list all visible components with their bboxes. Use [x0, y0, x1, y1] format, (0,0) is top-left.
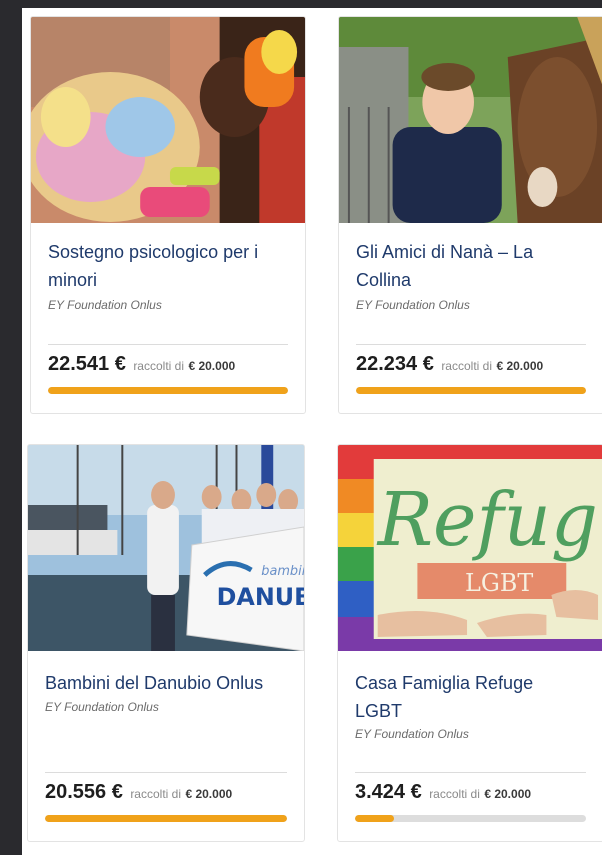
funding-summary: 20.556 € raccolti di € 20.000: [45, 781, 294, 804]
amount-raised: 3.424 €: [355, 781, 422, 803]
project-title[interactable]: Bambini del Danubio Onlus: [45, 669, 290, 697]
refuge-sign-tag: LGBT: [465, 569, 533, 597]
project-title[interactable]: Casa Famiglia Refuge LGBT: [355, 669, 570, 725]
page-frame: Sostegno psicologico per i minori EY Fou…: [22, 8, 602, 855]
progress-bar: [48, 387, 288, 394]
progress-bar: [45, 815, 287, 822]
progress-fill: [356, 387, 586, 394]
goal-amount: € 20.000: [188, 359, 236, 373]
goal-amount: € 20.000: [185, 787, 233, 801]
organization-name: EY Foundation Onlus: [45, 700, 159, 714]
goal-amount: € 20.000: [496, 359, 544, 373]
raised-label: raccolti di: [441, 359, 492, 373]
project-card[interactable]: bambini DANUBI Bambini del Danubio Onlus…: [27, 444, 305, 842]
goal-amount: € 20.000: [484, 787, 532, 801]
organization-name: EY Foundation Onlus: [355, 727, 469, 741]
divider: [355, 772, 586, 773]
amount-raised: 22.541 €: [48, 353, 126, 375]
divider: [48, 344, 288, 345]
project-title[interactable]: Gli Amici di Nanà – La Collina: [356, 238, 589, 294]
project-title[interactable]: Sostegno psicologico per i minori: [48, 238, 291, 294]
organization-name: EY Foundation Onlus: [48, 298, 162, 312]
project-photo[interactable]: Refug LGBT: [338, 445, 602, 651]
progress-fill: [48, 387, 288, 394]
banner-text-main: DANUBI: [217, 583, 304, 611]
funding-summary: 22.234 € raccolti di € 20.000: [356, 353, 593, 376]
refuge-sign-text: Refug: [376, 478, 598, 563]
project-photo[interactable]: [339, 17, 602, 223]
organization-name: EY Foundation Onlus: [356, 298, 470, 312]
amount-raised: 22.234 €: [356, 353, 434, 375]
project-card[interactable]: Gli Amici di Nanà – La Collina EY Founda…: [338, 16, 602, 414]
divider: [45, 772, 287, 773]
project-card[interactable]: Refug LGBT Casa Famiglia Refuge LGBT EY …: [337, 444, 602, 842]
project-photo[interactable]: bambini DANUBI: [28, 445, 304, 651]
project-card[interactable]: Sostegno psicologico per i minori EY Fou…: [30, 16, 306, 414]
project-photo[interactable]: [31, 17, 305, 223]
raised-label: raccolti di: [133, 359, 184, 373]
amount-raised: 20.556 €: [45, 781, 123, 803]
progress-fill: [45, 815, 287, 822]
progress-bar: [355, 815, 586, 822]
funding-summary: 22.541 € raccolti di € 20.000: [48, 353, 295, 376]
funding-summary: 3.424 € raccolti di € 20.000: [355, 781, 593, 804]
banner-text-top: bambini: [261, 564, 304, 579]
divider: [356, 344, 586, 345]
progress-fill: [355, 815, 395, 822]
raised-label: raccolti di: [130, 787, 181, 801]
raised-label: raccolti di: [429, 787, 480, 801]
progress-bar: [356, 387, 586, 394]
